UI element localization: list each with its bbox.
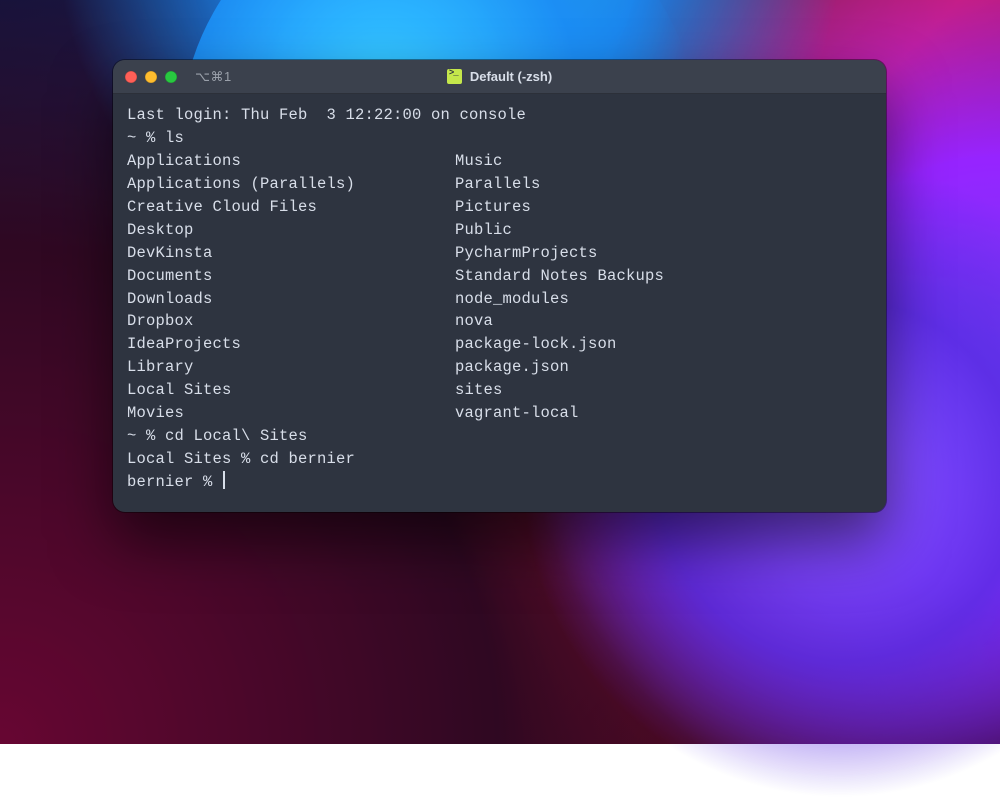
ls-column-left: Applications Applications (Parallels) Cr…: [127, 150, 455, 425]
tab-shortcut-hint: ⌥⌘1: [195, 69, 232, 85]
minimize-button[interactable]: [145, 71, 157, 83]
prompt-line: ~ % cd Local\ Sites: [127, 427, 308, 445]
ls-output: Applications Applications (Parallels) Cr…: [127, 150, 872, 425]
window-title: Default (-zsh): [470, 69, 552, 84]
last-login-line: Last login: Thu Feb 3 12:22:00 on consol…: [127, 106, 526, 124]
ls-column-right: Music Parallels Pictures Public PycharmP…: [455, 150, 664, 425]
terminal-icon: [447, 69, 462, 84]
cursor: [223, 471, 225, 489]
prompt-line: Local Sites % cd bernier: [127, 450, 355, 468]
zoom-button[interactable]: [165, 71, 177, 83]
prompt-line: ~ % ls: [127, 129, 184, 147]
terminal-output[interactable]: Last login: Thu Feb 3 12:22:00 on consol…: [113, 94, 886, 512]
traffic-lights: [125, 71, 177, 83]
prompt-line: bernier %: [127, 473, 222, 491]
terminal-window[interactable]: ⌥⌘1 Default (-zsh) Last login: Thu Feb 3…: [113, 60, 886, 512]
close-button[interactable]: [125, 71, 137, 83]
titlebar[interactable]: ⌥⌘1 Default (-zsh): [113, 60, 886, 94]
